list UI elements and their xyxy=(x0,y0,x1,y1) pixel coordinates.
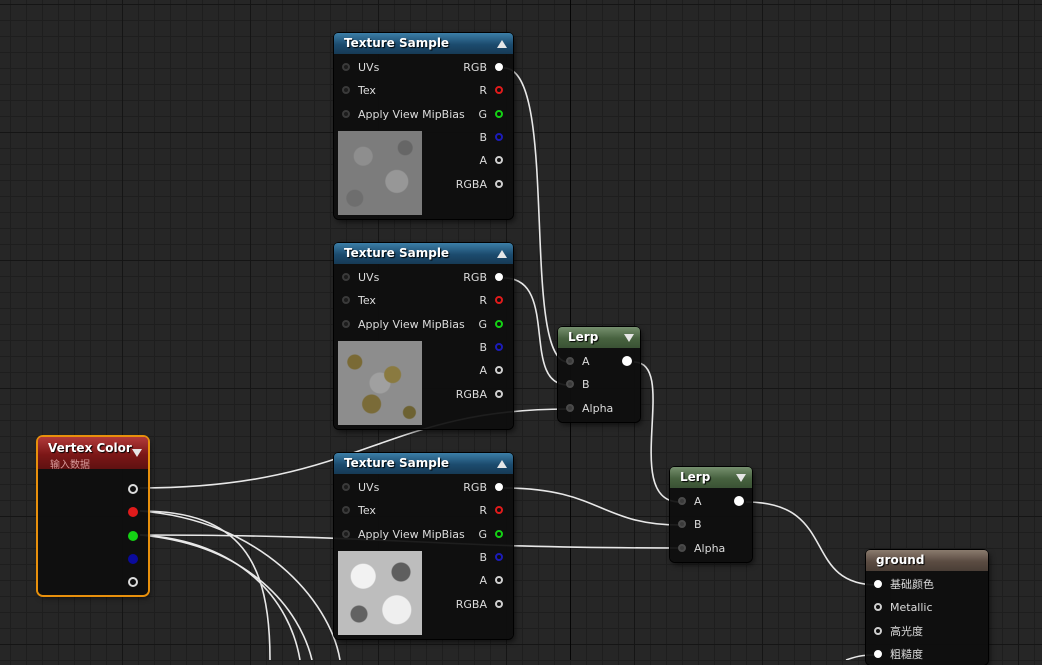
pin-icon[interactable] xyxy=(734,496,744,506)
collapse-arrow-down-icon[interactable] xyxy=(736,474,746,482)
pin-g-output[interactable] xyxy=(128,529,138,543)
node-title: Vertex Color xyxy=(48,441,132,455)
texture-preview-thumbnail xyxy=(338,551,422,635)
pin-icon[interactable] xyxy=(566,380,574,388)
pin-icon[interactable] xyxy=(128,484,138,494)
texture-preview-thumbnail xyxy=(338,131,422,215)
pin-icon[interactable] xyxy=(874,580,882,588)
pin-icon[interactable] xyxy=(495,156,503,164)
pin-icon[interactable] xyxy=(342,273,350,281)
wire-vc-green-down-1 xyxy=(139,534,301,660)
pin-icon[interactable] xyxy=(495,320,503,328)
node-title: Texture Sample xyxy=(344,246,450,260)
wire-tex3-rgb-to-lerp2-b xyxy=(503,487,681,526)
pin-icon[interactable] xyxy=(495,343,503,351)
pin-icon[interactable] xyxy=(495,600,503,608)
wire-vc-red-down-1 xyxy=(139,510,271,660)
pin-icon[interactable] xyxy=(566,404,574,412)
pin-icon[interactable] xyxy=(342,320,350,328)
pin-icon[interactable] xyxy=(495,86,503,94)
pin-output[interactable] xyxy=(622,354,632,368)
lerp-node-2[interactable]: Lerp A B Alpha xyxy=(670,467,752,562)
node-header[interactable]: Texture Sample xyxy=(334,33,513,54)
pin-r-output[interactable] xyxy=(128,505,138,519)
wire-tex1-rgb-to-lerp1-a xyxy=(503,67,569,363)
node-header[interactable]: Texture Sample xyxy=(334,453,513,474)
pin-icon[interactable] xyxy=(128,577,138,587)
pin-icon[interactable] xyxy=(495,63,503,71)
pin-icon[interactable] xyxy=(342,296,350,304)
pin-icon[interactable] xyxy=(342,530,350,538)
pin-icon[interactable] xyxy=(495,366,503,374)
pin-icon[interactable] xyxy=(874,603,882,611)
pin-icon[interactable] xyxy=(495,506,503,514)
pin-icon[interactable] xyxy=(495,483,503,491)
material-result-node[interactable]: ground 基础颜色 Metallic 高光度 粗糙度 xyxy=(866,550,988,665)
collapse-arrow-up-icon[interactable] xyxy=(497,250,507,258)
pin-icon[interactable] xyxy=(678,497,686,505)
pin-icon[interactable] xyxy=(495,133,503,141)
collapse-arrow-up-icon[interactable] xyxy=(497,460,507,468)
pin-icon[interactable] xyxy=(342,86,350,94)
wire-lerp2-to-base-color xyxy=(745,501,879,586)
pin-icon[interactable] xyxy=(622,356,632,366)
node-title: Lerp xyxy=(568,330,599,344)
pin-icon[interactable] xyxy=(678,520,686,528)
vertex-color-node[interactable]: Vertex Color 输入数据 xyxy=(38,437,148,595)
node-title: Texture Sample xyxy=(344,36,450,50)
collapse-arrow-down-icon[interactable] xyxy=(624,334,634,342)
node-header[interactable]: Lerp xyxy=(558,327,640,348)
pin-icon[interactable] xyxy=(342,483,350,491)
lerp-node-1[interactable]: Lerp A B Alpha xyxy=(558,327,640,422)
pin-icon[interactable] xyxy=(874,627,882,635)
node-title: Lerp xyxy=(680,470,711,484)
pin-icon[interactable] xyxy=(495,576,503,584)
collapse-arrow-down-icon[interactable] xyxy=(132,449,142,457)
pin-icon[interactable] xyxy=(342,63,350,71)
pin-icon[interactable] xyxy=(128,531,138,541)
node-header[interactable]: Vertex Color 输入数据 xyxy=(38,437,148,471)
pin-icon[interactable] xyxy=(342,110,350,118)
pin-icon[interactable] xyxy=(495,180,503,188)
node-header[interactable]: Lerp xyxy=(670,467,752,488)
texture-preview-thumbnail xyxy=(338,341,422,425)
node-title: Texture Sample xyxy=(344,456,450,470)
pin-icon[interactable] xyxy=(678,544,686,552)
pin-rgb-output[interactable] xyxy=(128,482,138,496)
pin-icon[interactable] xyxy=(342,506,350,514)
pin-icon[interactable] xyxy=(495,296,503,304)
pin-output[interactable] xyxy=(734,494,744,508)
node-header[interactable]: Texture Sample xyxy=(334,243,513,264)
pin-icon[interactable] xyxy=(566,357,574,365)
wire-vc-green-down-2 xyxy=(139,534,313,660)
node-header[interactable]: ground xyxy=(866,550,988,571)
pin-icon[interactable] xyxy=(495,273,503,281)
node-subtitle: 输入数据 xyxy=(50,460,90,471)
texture-sample-node-3[interactable]: Texture Sample UVs Tex Apply View MipBia… xyxy=(334,453,513,639)
texture-sample-node-2[interactable]: Texture Sample UVs Tex Apply View MipBia… xyxy=(334,243,513,429)
pin-icon[interactable] xyxy=(495,390,503,398)
pin-icon[interactable] xyxy=(495,530,503,538)
collapse-arrow-up-icon[interactable] xyxy=(497,40,507,48)
pin-icon[interactable] xyxy=(874,650,882,658)
pin-a-output[interactable] xyxy=(128,575,138,589)
material-graph-canvas[interactable]: Texture Sample UVs Tex Apply View MipBia… xyxy=(0,0,1042,665)
pin-icon[interactable] xyxy=(495,110,503,118)
pin-icon[interactable] xyxy=(495,553,503,561)
wire-vc-red-down-2 xyxy=(139,510,341,660)
pin-b-output[interactable] xyxy=(128,552,138,566)
node-title: ground xyxy=(876,553,925,567)
pin-icon[interactable] xyxy=(128,507,138,517)
texture-sample-node-1[interactable]: Texture Sample UVs Tex Apply View MipBia… xyxy=(334,33,513,219)
pin-icon[interactable] xyxy=(128,554,138,564)
